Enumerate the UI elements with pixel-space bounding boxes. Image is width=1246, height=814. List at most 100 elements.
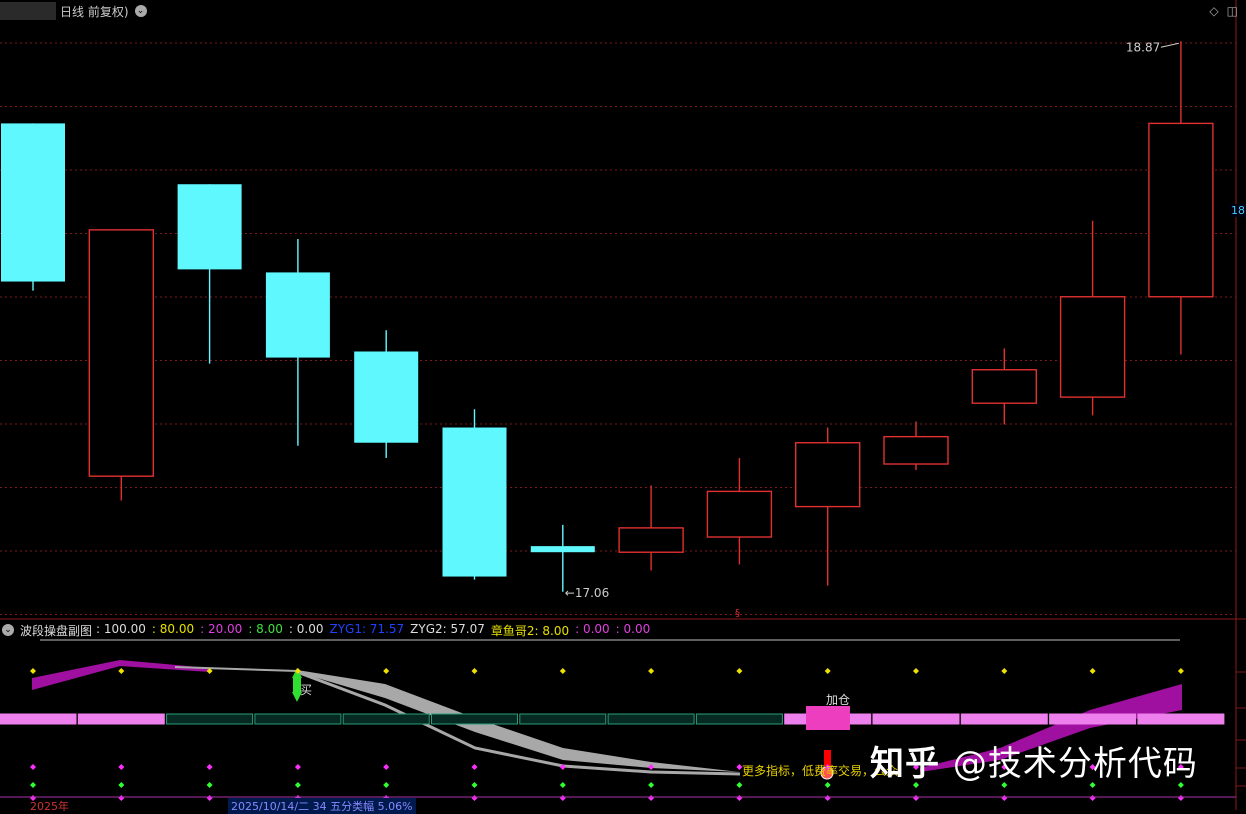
magenta-dot — [206, 764, 213, 770]
candle — [1059, 220, 1126, 416]
yellow-dot — [1089, 668, 1096, 674]
candle-body — [883, 435, 949, 465]
band-segment — [254, 713, 342, 725]
yellow-dot — [1177, 668, 1184, 674]
indicator-value-7: 章鱼哥2: 8.00 — [490, 623, 570, 638]
green-dot — [559, 782, 566, 788]
candle-body — [1, 123, 65, 282]
indicator-value-5: ZYG1: 71.57 — [329, 621, 405, 636]
band-segment — [431, 713, 518, 725]
candle-body — [971, 369, 1037, 404]
band-segment — [0, 713, 77, 725]
watermark-handle: @技术分析代码 — [952, 744, 1198, 784]
band-segment — [77, 713, 165, 725]
indicator-value-6: ZYG2: 57.07 — [410, 621, 485, 636]
indicator-value-8: : 0.00 — [575, 621, 610, 636]
candle — [618, 485, 684, 571]
chevron-down-icon[interactable]: ⌄ — [2, 624, 14, 636]
purple-ribbon-left — [32, 660, 210, 690]
chevron-down-icon[interactable]: ⌄ — [134, 5, 147, 17]
indicator-value-4: : 0.00 — [288, 621, 324, 636]
yellow-dot — [30, 668, 36, 674]
watermark-brand: 知乎 — [870, 744, 940, 784]
magenta-dot — [294, 764, 301, 770]
green-dot — [383, 782, 390, 788]
green-dot — [824, 782, 831, 788]
magenta-dot — [471, 764, 478, 770]
candle-body — [1148, 122, 1214, 298]
watermark: 知乎 @技术分析代码 — [870, 736, 1198, 785]
indicator-values: : 100.00 : 80.00 : 20.00 : 8.00 : 0.00 ZYG1: … — [96, 622, 650, 639]
stock-name-redacted — [0, 2, 56, 20]
green-dot — [30, 782, 36, 788]
candle — [795, 427, 861, 586]
green-dot — [736, 782, 743, 788]
candle — [706, 457, 773, 565]
band-segment — [695, 713, 783, 725]
candle-body — [706, 490, 773, 538]
candle-body — [530, 546, 595, 553]
candle — [971, 348, 1037, 425]
candle — [883, 421, 949, 471]
green-dot — [294, 782, 301, 788]
yellow-dot — [736, 668, 743, 674]
add-position-label: 加仓 — [826, 693, 850, 707]
candle-body — [354, 351, 419, 443]
candlestick-chart[interactable]: 18.87 ←17.06 § — [0, 0, 1246, 620]
candle-body — [177, 184, 242, 270]
band-segment — [1138, 714, 1224, 724]
indicator-name: 波段操盘副图 — [20, 623, 93, 638]
candle-body — [88, 229, 155, 477]
subchart-header: ⌄ 波段操盘副图 : 100.00 : 80.00 : 20.00 : 8.00 : 0… — [2, 621, 650, 639]
indicator-value-1: : 80.00 — [151, 621, 195, 636]
candle — [177, 184, 242, 364]
band-segment — [1049, 713, 1137, 725]
yellow-dot — [383, 668, 390, 674]
candle-body — [265, 272, 330, 358]
candle — [88, 229, 155, 501]
high-price-label: 18.87 — [1126, 40, 1160, 54]
time-axis-bar: 2025年 2025/10/14/二 34 五分类幅 5.06% — [0, 798, 1246, 814]
candle-body — [442, 427, 507, 577]
indicator-value-0: : 100.00 — [96, 621, 146, 636]
low-price-label: ←17.06 — [565, 586, 609, 600]
price-axis-tag: 18 — [1230, 204, 1246, 217]
add-position-box — [806, 706, 850, 730]
band-segment — [166, 713, 254, 725]
cursor-info: 2025/10/14/二 34 五分类幅 5.06% — [228, 798, 416, 814]
chart-title-bar: 日线 前复权) ⌄ — [0, 0, 147, 22]
window-icon[interactable]: ◫ — [1227, 4, 1238, 18]
band-segment — [342, 713, 430, 725]
magenta-dot — [30, 764, 36, 770]
candle-body — [618, 527, 684, 553]
yellow-dot — [648, 668, 655, 674]
magenta-dot — [118, 764, 125, 770]
candle — [1148, 41, 1214, 355]
yellow-dot — [471, 668, 478, 674]
yellow-dot — [1001, 668, 1008, 674]
candle-body — [1059, 296, 1126, 398]
candle-body — [795, 442, 861, 508]
diamond-icon[interactable]: ◇ — [1209, 4, 1218, 18]
high-arrow — [1160, 42, 1180, 48]
yellow-dot — [559, 668, 566, 674]
candle — [265, 238, 330, 446]
chart-corner-controls: ◇ ◫ — [1209, 4, 1238, 18]
band-segment — [519, 713, 607, 725]
indicator-value-9: : 0.00 — [615, 621, 651, 636]
yellow-dot — [118, 668, 125, 674]
indicator-value-2: : 20.00 — [200, 621, 243, 636]
buy-label: 买 — [300, 683, 312, 697]
indicator-value-3: : 8.00 — [248, 621, 283, 636]
green-dot — [471, 782, 478, 788]
green-dot — [118, 782, 125, 788]
candle — [354, 330, 419, 458]
candle — [1, 123, 65, 291]
band-segment — [872, 713, 960, 725]
green-dot — [206, 782, 213, 788]
chart-period-label: 日线 前复权) — [60, 4, 129, 19]
band-segment — [960, 713, 1048, 725]
green-dot — [648, 782, 655, 788]
marker-glyph: § — [735, 608, 740, 619]
year-label: 2025年 — [30, 800, 69, 813]
